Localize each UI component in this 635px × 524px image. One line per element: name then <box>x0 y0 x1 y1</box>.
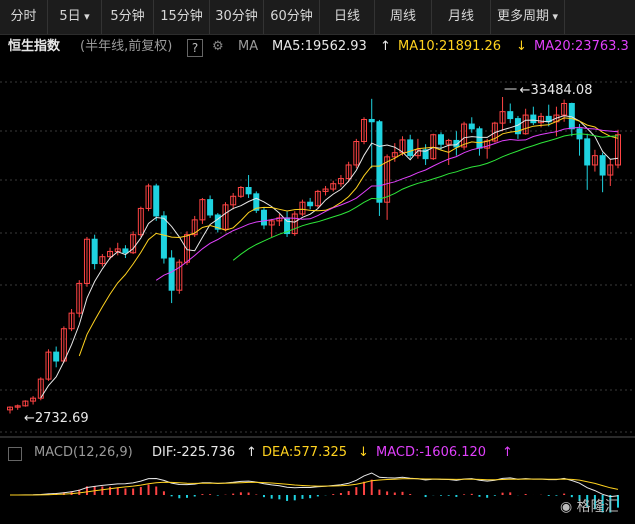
candle-body <box>368 118 375 123</box>
macd-toggle[interactable] <box>8 447 22 461</box>
candle-body <box>437 134 444 145</box>
watermark-text: 格隆汇 <box>576 499 619 515</box>
candle-body <box>245 186 252 195</box>
ma10-line <box>78 117 619 357</box>
macd-info-bar: MACD(12,26,9) DIF:-225.736 ↑ DEA:577.325… <box>0 442 635 464</box>
candle-body <box>407 139 414 157</box>
watermark-g-icon: ◉ <box>560 499 573 515</box>
candle-body <box>153 185 160 217</box>
candle-body <box>507 111 514 120</box>
dif-line <box>10 472 619 498</box>
dea-value: DEA:577.325 <box>262 445 348 460</box>
candle-body <box>376 121 383 203</box>
macd-value: MACD:-1606.120 <box>376 445 487 460</box>
macd-arrow-icon: ↑ <box>502 445 513 460</box>
candle-body <box>168 257 175 291</box>
candle-body <box>91 238 98 265</box>
low-label: ←2732.69 <box>24 411 89 426</box>
candle-body <box>599 155 606 176</box>
candle-body <box>476 128 483 149</box>
candle-body <box>307 201 314 207</box>
dif-value: DIF:-225.736 <box>152 445 236 460</box>
candle-body <box>207 199 214 216</box>
candle-body <box>53 351 60 362</box>
dea-arrow-icon: ↓ <box>358 445 369 460</box>
ma5-line <box>40 115 619 399</box>
watermark-logo: ◉ 格隆汇 <box>560 496 619 516</box>
candle-body <box>468 123 475 130</box>
candle-body <box>530 114 537 124</box>
candle-body <box>260 209 267 226</box>
macd-label[interactable]: MACD(12,26,9) <box>34 442 133 464</box>
candle-body <box>122 248 129 254</box>
candle-body <box>160 215 167 259</box>
high-label: ←33484.08 <box>520 83 593 98</box>
dif-arrow-icon: ↑ <box>246 445 257 460</box>
candle-body <box>584 138 591 166</box>
